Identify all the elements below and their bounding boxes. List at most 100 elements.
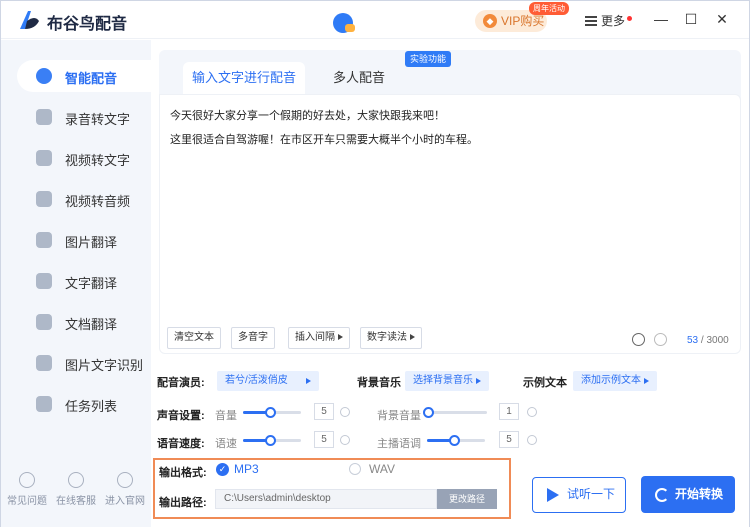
- pitch-slider-handle[interactable]: [449, 435, 460, 446]
- user-avatar[interactable]: [333, 13, 355, 33]
- sidebar-item-label: 任务列表: [65, 399, 118, 414]
- ocr-icon: [36, 355, 52, 371]
- background-music-select[interactable]: 选择背景音乐: [405, 371, 489, 391]
- layers-icon: [585, 16, 597, 26]
- char-counter: 53 / 3000: [687, 335, 729, 346]
- polyphone-button[interactable]: 多音字: [231, 327, 275, 349]
- start-conversion-button[interactable]: 开始转换: [641, 476, 735, 513]
- background-music-value: 选择背景音乐: [413, 375, 473, 386]
- audio-file-icon: [36, 109, 52, 125]
- play-icon: [547, 488, 559, 502]
- notification-dot: [627, 16, 633, 21]
- title-bar: 布谷鸟配音 ◆ VIP购买 周年活动 更多 — ☐ ✕: [1, 1, 749, 39]
- sidebar-item-label: 图片翻译: [65, 235, 118, 250]
- online-support-label: 在线客服: [56, 496, 96, 507]
- image-translate-icon: [36, 232, 52, 248]
- tab-multi-voice[interactable]: 多人配音: [319, 62, 399, 94]
- pitch-reset-icon[interactable]: [527, 435, 537, 445]
- sidebar: 智能配音 录音转文字 视频转文字 视频转音频 图片翻译 文字翻译 文档翻译 图片…: [1, 40, 151, 527]
- more-button[interactable]: 更多: [585, 12, 633, 29]
- redo-icon[interactable]: [654, 333, 667, 346]
- home-icon: [117, 472, 133, 488]
- change-path-button[interactable]: 更改路径: [437, 489, 497, 509]
- speed-slider[interactable]: [243, 435, 301, 446]
- tab-text-dubbing[interactable]: 输入文字进行配音: [183, 62, 305, 94]
- start-conversion-label: 开始转换: [675, 487, 724, 501]
- background-volume-slider[interactable]: [423, 407, 487, 418]
- close-icon[interactable]: ✕: [714, 11, 730, 27]
- vip-diamond-icon: ◆: [483, 14, 497, 28]
- voice-actor-value: 若兮/活泼俏皮: [225, 375, 288, 386]
- sidebar-item-image-translate[interactable]: 图片翻译: [17, 224, 151, 256]
- speed-value[interactable]: 5: [314, 431, 334, 448]
- sidebar-item-label: 视频转文字: [65, 153, 131, 168]
- sidebar-item-video-to-text[interactable]: 视频转文字: [17, 142, 151, 174]
- task-list-icon: [36, 396, 52, 412]
- maximize-icon[interactable]: ☐: [683, 11, 699, 27]
- convert-icon: [655, 488, 669, 502]
- volume-label: 音量: [215, 410, 237, 422]
- lab-feature-badge: 实验功能: [405, 51, 452, 67]
- speed-slider-handle[interactable]: [265, 435, 276, 446]
- minimize-icon[interactable]: —: [653, 11, 669, 27]
- speed-label: 语速: [215, 438, 237, 450]
- background-volume-label: 背景音量: [377, 410, 421, 422]
- sample-text-select[interactable]: 添加示例文本: [573, 371, 657, 391]
- speed-reset-icon[interactable]: [340, 435, 350, 445]
- official-site-label: 进入官网: [105, 496, 145, 507]
- char-count-max: 3000: [706, 335, 729, 346]
- wav-radio[interactable]: [349, 463, 361, 475]
- anniversary-badge: 周年活动: [529, 2, 569, 15]
- volume-value[interactable]: 5: [314, 403, 334, 420]
- background-volume-slider-handle[interactable]: [423, 407, 434, 418]
- pitch-value[interactable]: 5: [499, 431, 519, 448]
- sidebar-item-task-list[interactable]: 任务列表: [17, 388, 151, 420]
- preview-label: 试听一下: [567, 487, 616, 501]
- background-volume-reset-icon[interactable]: [527, 407, 537, 417]
- official-site-link[interactable]: 进入官网: [101, 472, 149, 507]
- sound-settings-label: 声音设置:: [157, 410, 205, 422]
- editor-line: 今天很好大家分享一个假期的好去处，大家快跟我来吧！: [170, 110, 445, 122]
- output-path-input[interactable]: C:\Users\admin\desktop: [215, 489, 437, 509]
- sidebar-item-audio-to-text[interactable]: 录音转文字: [17, 101, 151, 133]
- caret-right-icon: [644, 378, 649, 384]
- char-count-current: 53: [687, 335, 699, 346]
- undo-icon[interactable]: [632, 333, 645, 346]
- sidebar-item-ocr[interactable]: 图片文字识别: [17, 347, 151, 379]
- clear-text-button[interactable]: 清空文本: [167, 327, 221, 349]
- video-audio-icon: [36, 191, 52, 207]
- sidebar-item-smart-dubbing[interactable]: 智能配音: [17, 60, 151, 92]
- faq-link[interactable]: 常见问题: [3, 472, 51, 507]
- app-title: 布谷鸟配音: [47, 16, 128, 33]
- more-label: 更多: [601, 14, 626, 28]
- sidebar-item-document-translate[interactable]: 文档翻译: [17, 306, 151, 338]
- voice-actor-select[interactable]: 若兮/活泼俏皮: [217, 371, 319, 391]
- sidebar-item-text-translate[interactable]: 文字翻译: [17, 265, 151, 297]
- voice-actor-label: 配音演员:: [157, 377, 205, 389]
- speech-speed-label: 语音速度:: [157, 438, 205, 450]
- online-support-link[interactable]: 在线客服: [52, 472, 100, 507]
- mic-icon: [36, 68, 52, 84]
- vip-purchase-label: VIP购买: [501, 14, 545, 28]
- pitch-slider[interactable]: [427, 435, 485, 446]
- mp3-option-label[interactable]: MP3: [234, 462, 259, 476]
- volume-slider-handle[interactable]: [265, 407, 276, 418]
- sidebar-item-label: 图片文字识别: [65, 358, 144, 373]
- volume-slider[interactable]: [243, 407, 301, 418]
- background-volume-value[interactable]: 1: [499, 403, 519, 420]
- caret-right-icon: [306, 378, 311, 384]
- text-translate-icon: [36, 273, 52, 289]
- volume-reset-icon[interactable]: [340, 407, 350, 417]
- insert-pause-button[interactable]: 插入间隔: [288, 327, 350, 349]
- text-editor[interactable]: 今天很好大家分享一个假期的好去处，大家快跟我来吧！ 这里很适合自驾游喔！在市区开…: [159, 94, 741, 354]
- mp3-radio[interactable]: ✓: [216, 463, 229, 476]
- faq-label: 常见问题: [7, 496, 47, 507]
- sidebar-item-video-to-audio[interactable]: 视频转音频: [17, 183, 151, 215]
- wav-option-label[interactable]: WAV: [369, 462, 395, 476]
- preview-button[interactable]: 试听一下: [532, 477, 626, 513]
- bottom-links: 常见问题 在线客服 进入官网: [1, 472, 151, 522]
- sidebar-item-label: 文字翻译: [65, 276, 118, 291]
- number-reading-button[interactable]: 数字读法: [360, 327, 422, 349]
- main-panel: 输入文字进行配音 多人配音 实验功能 今天很好大家分享一个假期的好去处，大家快跟…: [151, 40, 749, 527]
- number-reading-label: 数字读法: [367, 332, 407, 343]
